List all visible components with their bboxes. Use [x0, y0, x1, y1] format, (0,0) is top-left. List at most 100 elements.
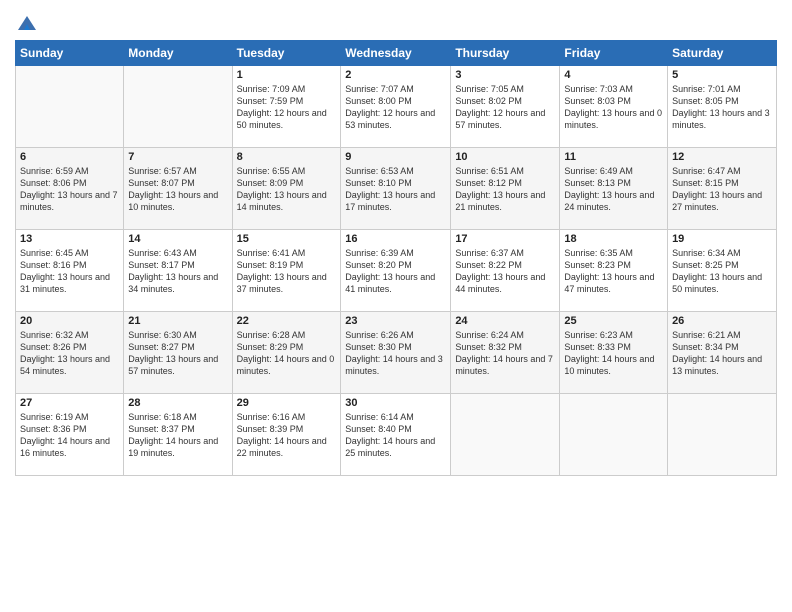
- calendar-table: SundayMondayTuesdayWednesdayThursdayFrid…: [15, 40, 777, 476]
- calendar-cell: [451, 394, 560, 476]
- day-number: 12: [672, 151, 772, 163]
- day-info: Sunrise: 6:51 AM Sunset: 8:12 PM Dayligh…: [455, 165, 555, 214]
- day-number: 1: [237, 69, 337, 81]
- calendar-cell: 9 Sunrise: 6:53 AM Sunset: 8:10 PM Daylig…: [341, 148, 451, 230]
- calendar-cell: [16, 66, 124, 148]
- calendar-cell: 7 Sunrise: 6:57 AM Sunset: 8:07 PM Daylig…: [124, 148, 232, 230]
- day-info: Sunrise: 6:57 AM Sunset: 8:07 PM Dayligh…: [128, 165, 227, 214]
- col-header-saturday: Saturday: [668, 41, 777, 66]
- day-info: Sunrise: 6:28 AM Sunset: 8:29 PM Dayligh…: [237, 329, 337, 378]
- calendar-cell: 12 Sunrise: 6:47 AM Sunset: 8:15 PM Dayli…: [668, 148, 777, 230]
- day-info: Sunrise: 6:34 AM Sunset: 8:25 PM Dayligh…: [672, 247, 772, 296]
- day-info: Sunrise: 6:47 AM Sunset: 8:15 PM Dayligh…: [672, 165, 772, 214]
- calendar-cell: 18 Sunrise: 6:35 AM Sunset: 8:23 PM Dayli…: [560, 230, 668, 312]
- calendar-cell: 17 Sunrise: 6:37 AM Sunset: 8:22 PM Dayli…: [451, 230, 560, 312]
- day-number: 23: [345, 315, 446, 327]
- day-info: Sunrise: 6:35 AM Sunset: 8:23 PM Dayligh…: [564, 247, 663, 296]
- day-info: Sunrise: 7:03 AM Sunset: 8:03 PM Dayligh…: [564, 83, 663, 132]
- calendar-cell: 3 Sunrise: 7:05 AM Sunset: 8:02 PM Daylig…: [451, 66, 560, 148]
- calendar-cell: 11 Sunrise: 6:49 AM Sunset: 8:13 PM Dayli…: [560, 148, 668, 230]
- day-info: Sunrise: 7:07 AM Sunset: 8:00 PM Dayligh…: [345, 83, 446, 132]
- day-info: Sunrise: 6:45 AM Sunset: 8:16 PM Dayligh…: [20, 247, 119, 296]
- day-number: 16: [345, 233, 446, 245]
- calendar-header-row: SundayMondayTuesdayWednesdayThursdayFrid…: [16, 41, 777, 66]
- day-number: 15: [237, 233, 337, 245]
- logo-icon: [16, 14, 38, 32]
- col-header-wednesday: Wednesday: [341, 41, 451, 66]
- day-number: 25: [564, 315, 663, 327]
- day-info: Sunrise: 6:21 AM Sunset: 8:34 PM Dayligh…: [672, 329, 772, 378]
- day-number: 28: [128, 397, 227, 409]
- logo: [15, 14, 38, 32]
- day-number: 6: [20, 151, 119, 163]
- calendar-cell: 16 Sunrise: 6:39 AM Sunset: 8:20 PM Dayli…: [341, 230, 451, 312]
- day-info: Sunrise: 6:26 AM Sunset: 8:30 PM Dayligh…: [345, 329, 446, 378]
- day-number: 11: [564, 151, 663, 163]
- day-number: 21: [128, 315, 227, 327]
- day-info: Sunrise: 6:32 AM Sunset: 8:26 PM Dayligh…: [20, 329, 119, 378]
- calendar-cell: 10Sunrise: 6:51 AM Sunset: 8:12 PM Dayli…: [451, 148, 560, 230]
- day-info: Sunrise: 6:41 AM Sunset: 8:19 PM Dayligh…: [237, 247, 337, 296]
- calendar-cell: 21 Sunrise: 6:30 AM Sunset: 8:27 PM Dayli…: [124, 312, 232, 394]
- day-info: Sunrise: 6:14 AM Sunset: 8:40 PM Dayligh…: [345, 411, 446, 460]
- day-info: Sunrise: 6:18 AM Sunset: 8:37 PM Dayligh…: [128, 411, 227, 460]
- calendar-cell: 6Sunrise: 6:59 AM Sunset: 8:06 PM Daylig…: [16, 148, 124, 230]
- calendar-cell: 8Sunrise: 6:55 AM Sunset: 8:09 PM Daylig…: [232, 148, 341, 230]
- col-header-monday: Monday: [124, 41, 232, 66]
- day-number: 30: [345, 397, 446, 409]
- day-number: 19: [672, 233, 772, 245]
- day-number: 2: [345, 69, 446, 81]
- day-info: Sunrise: 7:01 AM Sunset: 8:05 PM Dayligh…: [672, 83, 772, 132]
- day-info: Sunrise: 6:24 AM Sunset: 8:32 PM Dayligh…: [455, 329, 555, 378]
- day-number: 13: [20, 233, 119, 245]
- calendar-cell: 26 Sunrise: 6:21 AM Sunset: 8:34 PM Dayli…: [668, 312, 777, 394]
- day-number: 26: [672, 315, 772, 327]
- day-number: 7: [128, 151, 227, 163]
- calendar-cell: 15 Sunrise: 6:41 AM Sunset: 8:19 PM Dayli…: [232, 230, 341, 312]
- calendar-cell: 20 Sunrise: 6:32 AM Sunset: 8:26 PM Dayli…: [16, 312, 124, 394]
- calendar-week-row: 27 Sunrise: 6:19 AM Sunset: 8:36 PM Dayli…: [16, 394, 777, 476]
- calendar-cell: 30 Sunrise: 6:14 AM Sunset: 8:40 PM Dayli…: [341, 394, 451, 476]
- day-info: Sunrise: 6:23 AM Sunset: 8:33 PM Dayligh…: [564, 329, 663, 378]
- header: [15, 10, 777, 32]
- calendar-cell: 24 Sunrise: 6:24 AM Sunset: 8:32 PM Dayli…: [451, 312, 560, 394]
- calendar-cell: 14Sunrise: 6:43 AM Sunset: 8:17 PM Dayli…: [124, 230, 232, 312]
- day-number: 3: [455, 69, 555, 81]
- day-number: 4: [564, 69, 663, 81]
- day-info: Sunrise: 6:16 AM Sunset: 8:39 PM Dayligh…: [237, 411, 337, 460]
- day-number: 27: [20, 397, 119, 409]
- calendar-cell: 5Sunrise: 7:01 AM Sunset: 8:05 PM Daylig…: [668, 66, 777, 148]
- day-info: Sunrise: 7:09 AM Sunset: 7:59 PM Dayligh…: [237, 83, 337, 132]
- day-number: 17: [455, 233, 555, 245]
- day-number: 24: [455, 315, 555, 327]
- calendar-week-row: 20 Sunrise: 6:32 AM Sunset: 8:26 PM Dayli…: [16, 312, 777, 394]
- day-info: Sunrise: 6:53 AM Sunset: 8:10 PM Dayligh…: [345, 165, 446, 214]
- day-number: 8: [237, 151, 337, 163]
- calendar-cell: [668, 394, 777, 476]
- calendar-week-row: 13 Sunrise: 6:45 AM Sunset: 8:16 PM Dayli…: [16, 230, 777, 312]
- day-info: Sunrise: 6:37 AM Sunset: 8:22 PM Dayligh…: [455, 247, 555, 296]
- day-number: 9: [345, 151, 446, 163]
- calendar-cell: 13 Sunrise: 6:45 AM Sunset: 8:16 PM Dayli…: [16, 230, 124, 312]
- day-info: Sunrise: 7:05 AM Sunset: 8:02 PM Dayligh…: [455, 83, 555, 132]
- col-header-thursday: Thursday: [451, 41, 560, 66]
- day-info: Sunrise: 6:49 AM Sunset: 8:13 PM Dayligh…: [564, 165, 663, 214]
- calendar-cell: 22 Sunrise: 6:28 AM Sunset: 8:29 PM Dayli…: [232, 312, 341, 394]
- day-number: 18: [564, 233, 663, 245]
- day-info: Sunrise: 6:30 AM Sunset: 8:27 PM Dayligh…: [128, 329, 227, 378]
- day-info: Sunrise: 6:43 AM Sunset: 8:17 PM Dayligh…: [128, 247, 227, 296]
- col-header-friday: Friday: [560, 41, 668, 66]
- calendar-cell: 28 Sunrise: 6:18 AM Sunset: 8:37 PM Dayli…: [124, 394, 232, 476]
- day-info: Sunrise: 6:19 AM Sunset: 8:36 PM Dayligh…: [20, 411, 119, 460]
- calendar-cell: 29Sunrise: 6:16 AM Sunset: 8:39 PM Dayli…: [232, 394, 341, 476]
- col-header-tuesday: Tuesday: [232, 41, 341, 66]
- day-info: Sunrise: 6:39 AM Sunset: 8:20 PM Dayligh…: [345, 247, 446, 296]
- calendar-cell: [560, 394, 668, 476]
- calendar-cell: 25 Sunrise: 6:23 AM Sunset: 8:33 PM Dayli…: [560, 312, 668, 394]
- col-header-sunday: Sunday: [16, 41, 124, 66]
- page: SundayMondayTuesdayWednesdayThursdayFrid…: [0, 0, 792, 612]
- calendar-cell: 23 Sunrise: 6:26 AM Sunset: 8:30 PM Dayli…: [341, 312, 451, 394]
- calendar-week-row: 1 Sunrise: 7:09 AM Sunset: 7:59 PM Daylig…: [16, 66, 777, 148]
- day-number: 20: [20, 315, 119, 327]
- day-number: 22: [237, 315, 337, 327]
